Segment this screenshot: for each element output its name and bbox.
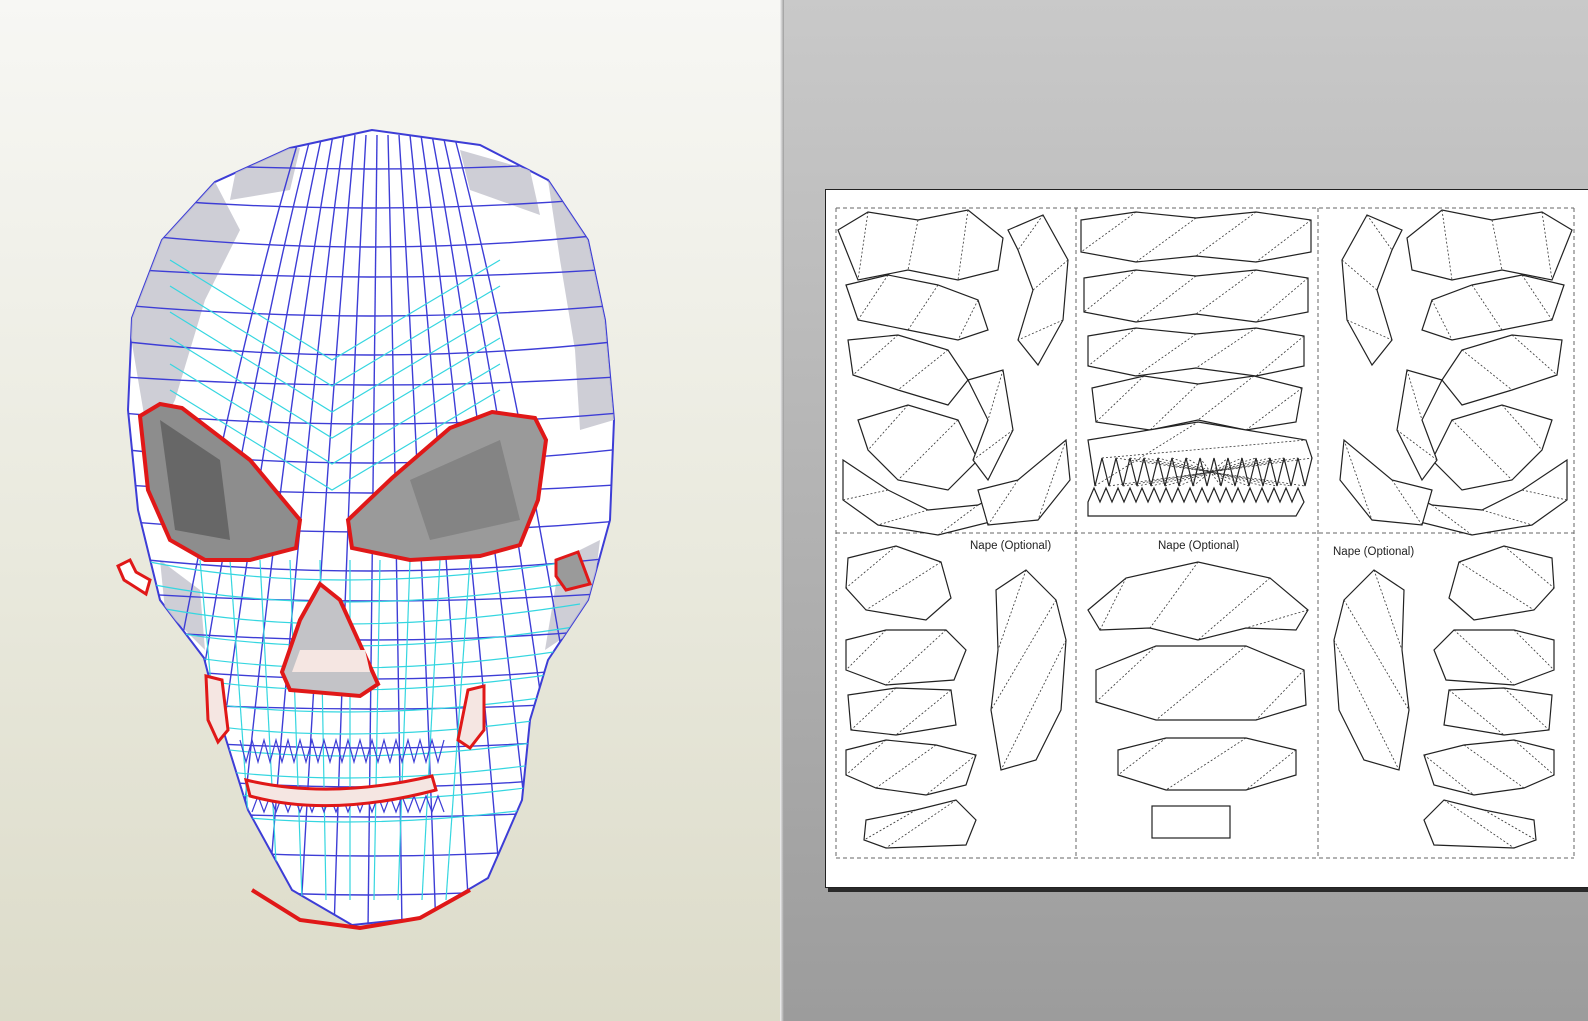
pattern-pieces[interactable] (826, 190, 1588, 887)
nape-label-middle: Nape (Optional) (1158, 540, 1240, 552)
pattern-sheet[interactable]: Nape (Optional) Nape (Optional) Nape (Op… (825, 189, 1588, 888)
nape-label-left: Nape (Optional) (970, 540, 1052, 552)
model-3d-view[interactable] (0, 0, 780, 1021)
skull-mesh[interactable] (0, 0, 780, 1021)
left-cheek-notch (116, 557, 152, 597)
nape-label-right: Nape (Optional) (1333, 546, 1415, 558)
